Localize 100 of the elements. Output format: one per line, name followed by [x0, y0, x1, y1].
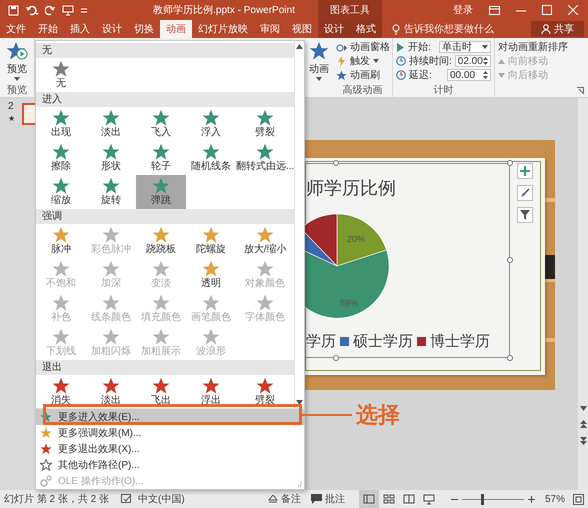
language-label[interactable]: 中文(中国): [138, 492, 185, 506]
effect-item[interactable]: 陀螺旋: [186, 224, 236, 258]
section-header: 强调: [36, 209, 294, 224]
group-label: 计时: [432, 84, 454, 97]
resize-handle[interactable]: [333, 160, 339, 166]
animation-pane-icon: [336, 42, 347, 52]
zoom-level[interactable]: 57%: [544, 494, 565, 504]
menu-item[interactable]: 更多强调效果(M)...: [36, 425, 304, 441]
chart-filters-button[interactable]: [517, 207, 533, 223]
effect-item[interactable]: 弹跳: [136, 175, 186, 209]
ribbon-tab[interactable]: 格式: [350, 20, 382, 38]
presentation-icon[interactable]: [62, 4, 74, 16]
scroll-down-icon[interactable]: [296, 400, 304, 405]
person-icon: [541, 24, 551, 34]
star-icon: [40, 411, 52, 423]
effect-item[interactable]: 飞入: [136, 107, 186, 141]
resize-handle[interactable]: [507, 160, 513, 166]
effect-item[interactable]: 无: [36, 58, 86, 92]
effect-item[interactable]: 轮子: [136, 141, 186, 175]
chart-title: 师学历比例: [306, 177, 396, 200]
effect-item[interactable]: 放大/缩小: [236, 224, 294, 258]
effect-item[interactable]: 随机线条: [186, 141, 236, 175]
star-icon: [102, 177, 120, 195]
effect-item[interactable]: 淡出: [86, 375, 136, 408]
spelling-icon[interactable]: [121, 494, 132, 504]
effect-item[interactable]: 出现: [36, 107, 86, 141]
share-button[interactable]: 共享: [531, 21, 584, 37]
customize-icon[interactable]: [80, 6, 88, 14]
preview-button[interactable]: 预览: [6, 41, 28, 81]
ribbon-button[interactable]: 动画刷: [336, 68, 389, 82]
zoom-in-icon[interactable]: [528, 496, 535, 502]
ribbon-tab[interactable]: 开始: [32, 20, 64, 38]
data-label: 59%: [340, 298, 358, 308]
ribbon-tab[interactable]: 设计: [318, 20, 350, 38]
close-icon[interactable]: [568, 5, 578, 15]
redo-icon[interactable]: [45, 4, 56, 16]
field-label: 持续时间:: [409, 54, 452, 68]
effect-item[interactable]: 透明: [186, 258, 236, 292]
notes-button[interactable]: 备注: [268, 492, 301, 506]
undo-icon[interactable]: [25, 4, 39, 16]
scrollbar[interactable]: [294, 41, 304, 408]
clock-icon: [396, 56, 406, 66]
effect-item[interactable]: 旋转: [86, 175, 136, 209]
effect-item[interactable]: 劈裂: [236, 375, 294, 408]
notes-icon: [268, 494, 278, 504]
tell-me-field[interactable]: 告诉我你想要做什么: [404, 22, 494, 36]
effect-item[interactable]: 飞出: [136, 375, 186, 408]
ribbon-tab[interactable]: 动画: [160, 20, 192, 38]
ribbon-tab[interactable]: 切换: [128, 20, 160, 38]
add-animation-button[interactable]: 动画: [308, 41, 330, 81]
menu-item[interactable]: 其他动作路径(P)...: [36, 457, 304, 473]
resize-handle[interactable]: [333, 355, 339, 361]
star-icon: [308, 41, 330, 61]
effect-item[interactable]: 消失: [36, 375, 86, 408]
effect-item[interactable]: 缩放: [36, 175, 86, 209]
effect-item[interactable]: 劈裂: [236, 107, 294, 141]
spin-box[interactable]: 02.00: [454, 55, 491, 67]
ribbon-button[interactable]: 触发: [336, 54, 389, 68]
star-icon: [52, 377, 70, 395]
slider-thumb[interactable]: [480, 494, 484, 504]
ribbon-tab[interactable]: 幻灯片放映: [192, 20, 254, 38]
effect-item[interactable]: 脉冲: [36, 224, 86, 258]
effect-item[interactable]: 翻转式由远...: [236, 141, 294, 175]
scroll-down-icon[interactable]: [580, 406, 586, 411]
star-icon: [256, 294, 274, 312]
star-icon: [102, 377, 120, 395]
slide-number: 2: [8, 101, 14, 112]
effect-item[interactable]: 擦除: [36, 141, 86, 175]
star-icon: [202, 377, 220, 395]
resize-handle[interactable]: [507, 257, 513, 263]
menu-item[interactable]: 更多退出效果(X)...: [36, 441, 304, 457]
save-icon[interactable]: [8, 4, 19, 16]
effect-item[interactable]: 跷跷板: [136, 224, 186, 258]
resize-handle[interactable]: [507, 355, 513, 361]
dropdown[interactable]: 单击时: [439, 41, 491, 53]
effect-item[interactable]: 浮入: [186, 107, 236, 141]
effect-item[interactable]: 形状: [86, 141, 136, 175]
resize-grip-icon[interactable]: [296, 481, 302, 487]
effect-item[interactable]: 浮出: [186, 375, 236, 408]
ribbon-tab[interactable]: 文件: [0, 20, 32, 38]
comments-button[interactable]: 批注: [310, 492, 345, 506]
ribbon-tab[interactable]: 视图: [286, 20, 318, 38]
chart-styles-button[interactable]: [517, 185, 533, 201]
sign-in-link[interactable]: 登录: [453, 3, 473, 17]
slide-counter: 幻灯片 第 2 张，共 2 张: [4, 492, 110, 506]
ribbon-tab[interactable]: 设计: [96, 20, 128, 38]
ribbon-options-icon[interactable]: [489, 6, 500, 14]
normal-view-button[interactable]: [358, 490, 379, 508]
ribbon-button[interactable]: 动画窗格: [336, 40, 389, 54]
ribbon-tab[interactable]: 插入: [64, 20, 96, 38]
fit-to-window-icon[interactable]: [573, 494, 584, 504]
effect-item[interactable]: 淡出: [86, 107, 136, 141]
ribbon-tab[interactable]: 审阅: [254, 20, 286, 38]
chart-elements-button[interactable]: [517, 163, 533, 179]
star-icon: [152, 109, 170, 127]
maximize-icon[interactable]: [542, 5, 552, 15]
scroll-up-icon[interactable]: [296, 44, 304, 49]
view-icon: [402, 494, 415, 504]
spin-box[interactable]: 00.00: [447, 69, 491, 81]
chart-area[interactable]: 师学历比例 20% 59% 学历 硕士学历 博士学历: [305, 163, 510, 358]
